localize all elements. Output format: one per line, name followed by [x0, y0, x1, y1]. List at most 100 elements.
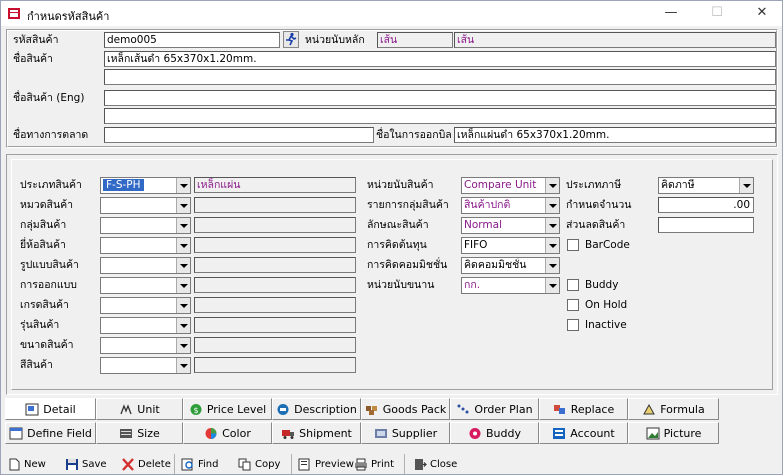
product-code-label: รหัสสินค้า [13, 34, 59, 46]
tab-account[interactable]: Account [539, 422, 628, 444]
close-window-button[interactable]: ✕ [742, 3, 782, 23]
tab-order-plan[interactable]: Order Plan [450, 398, 539, 420]
chevron-down-icon[interactable] [545, 198, 559, 213]
bill-name-input[interactable]: เหล็กแผ่นดำ 65x370x1.20mm. [454, 127, 776, 143]
chevron-down-icon[interactable] [176, 198, 190, 213]
buddy-icon [469, 427, 481, 439]
group-list-combo[interactable]: สินค้าปกติ [461, 197, 560, 214]
tab-color[interactable]: Color [183, 422, 272, 444]
close-button[interactable]: Close [413, 455, 457, 473]
preview-icon [298, 458, 310, 470]
tab-define-field[interactable]: Define Field [5, 422, 96, 444]
stock-unit-combo[interactable]: Compare Unit [461, 177, 560, 194]
chevron-down-icon[interactable] [545, 258, 559, 273]
category-desc [194, 197, 356, 213]
chevron-down-icon[interactable] [545, 178, 559, 193]
market-name-label: ชื่อทางการตลาด [13, 129, 89, 141]
stock-unit-label: หน่วยนับสินค้า [367, 179, 434, 191]
chevron-down-icon[interactable] [176, 298, 190, 313]
product-name-eng-input[interactable] [104, 90, 776, 106]
chevron-down-icon[interactable] [739, 178, 753, 193]
on-hold-label: On Hold [585, 299, 628, 311]
chevron-down-icon[interactable] [176, 318, 190, 333]
tax-type-combo[interactable]: คิดภาษี [658, 177, 754, 194]
design-desc [194, 277, 356, 293]
inactive-checkbox[interactable] [567, 319, 579, 331]
chevron-down-icon[interactable] [176, 238, 190, 253]
grade-desc [194, 297, 356, 313]
copy-button[interactable]: Copy [238, 455, 280, 473]
tab-description[interactable]: Description [272, 398, 361, 420]
chevron-down-icon[interactable] [176, 218, 190, 233]
category-combo[interactable] [100, 197, 191, 214]
product-type-value: F-S-PH [103, 179, 144, 191]
quantity-input[interactable]: .00 [658, 197, 754, 213]
product-type-combo[interactable]: F-S-PH [100, 177, 191, 194]
maximize-button[interactable]: ☐ [697, 3, 737, 23]
product-code-input[interactable]: demo005 [104, 32, 280, 48]
chevron-down-icon[interactable] [545, 238, 559, 253]
bill-name-label: ชื่อในการออกบิล [376, 129, 452, 141]
chevron-down-icon[interactable] [176, 358, 190, 373]
chevron-down-icon[interactable] [176, 258, 190, 273]
print-button[interactable]: Print [354, 455, 394, 473]
parallel-unit-label: หน่วยนับขนาน [367, 279, 435, 291]
main-unit-code-field[interactable]: เส้น [377, 32, 453, 48]
find-button[interactable]: Find [181, 455, 219, 473]
model-combo[interactable] [100, 317, 191, 334]
parallel-unit-combo[interactable]: กก. [461, 277, 560, 294]
grade-combo[interactable] [100, 297, 191, 314]
tab-size[interactable]: Size [96, 422, 183, 444]
commission-combo[interactable]: คิดคอมมิชชั่น [461, 257, 560, 274]
item-nature-combo[interactable]: Normal [461, 217, 560, 234]
tab-buddy[interactable]: Buddy [450, 422, 539, 444]
tab-goods-pack[interactable]: Goods Pack [361, 398, 450, 420]
chevron-down-icon[interactable] [176, 178, 190, 193]
pattern-combo[interactable] [100, 257, 191, 274]
product-code-window: กำหนดรหัสสินค้า — ☐ ✕ รหัสสินค้า demo005… [0, 0, 783, 475]
chevron-down-icon[interactable] [545, 278, 559, 293]
tab-supplier[interactable]: Supplier [361, 422, 450, 444]
search-code-button[interactable] [283, 31, 299, 48]
size-combo[interactable] [100, 337, 191, 354]
size-desc [194, 337, 356, 353]
product-name-eng-line2-input[interactable] [104, 108, 776, 124]
product-type-desc: เหล็กแผ่น [194, 177, 356, 193]
product-name-input[interactable]: เหล็กเส้นดำ 65x370x1.20mm. [104, 51, 776, 67]
chevron-down-icon[interactable] [545, 218, 559, 233]
discount-input[interactable] [658, 217, 754, 233]
barcode-checkbox[interactable] [567, 239, 579, 251]
tab-shipment[interactable]: Shipment [272, 422, 361, 444]
define-field-icon [9, 427, 23, 439]
brand-combo[interactable] [100, 237, 191, 254]
tab-picture[interactable]: Picture [628, 422, 719, 444]
copy-icon [238, 458, 251, 470]
minimize-button[interactable]: — [651, 3, 691, 23]
pattern-desc [194, 257, 356, 273]
product-name-line2-input[interactable] [104, 69, 776, 85]
market-name-input[interactable] [104, 127, 374, 143]
tab-unit[interactable]: Unit [96, 398, 183, 420]
group-combo[interactable] [100, 217, 191, 234]
delete-button[interactable]: Delete [121, 455, 171, 473]
tab-formula[interactable]: Formula [628, 398, 719, 420]
design-combo[interactable] [100, 277, 191, 294]
description-icon [277, 403, 289, 415]
new-file-icon [9, 458, 20, 470]
color-combo[interactable] [100, 357, 191, 374]
tab-replace[interactable]: Replace [539, 398, 628, 420]
shipment-icon [282, 429, 295, 439]
chevron-down-icon[interactable] [176, 338, 190, 353]
color-icon [205, 427, 217, 439]
costing-combo[interactable]: FIFO [461, 237, 560, 254]
tab-detail[interactable]: Detail [5, 398, 96, 420]
on-hold-checkbox[interactable] [567, 299, 579, 311]
color-label: สีสินค้า [20, 359, 53, 371]
chevron-down-icon[interactable] [176, 278, 190, 293]
tab-price-level[interactable]: $ Price Level [183, 398, 272, 420]
save-button[interactable]: Save [65, 455, 107, 473]
new-button[interactable]: New [7, 455, 46, 473]
preview-button[interactable]: Preview [298, 455, 354, 473]
buddy-checkbox[interactable] [567, 279, 579, 291]
item-nature-label: ลักษณะสินค้า [367, 219, 429, 231]
